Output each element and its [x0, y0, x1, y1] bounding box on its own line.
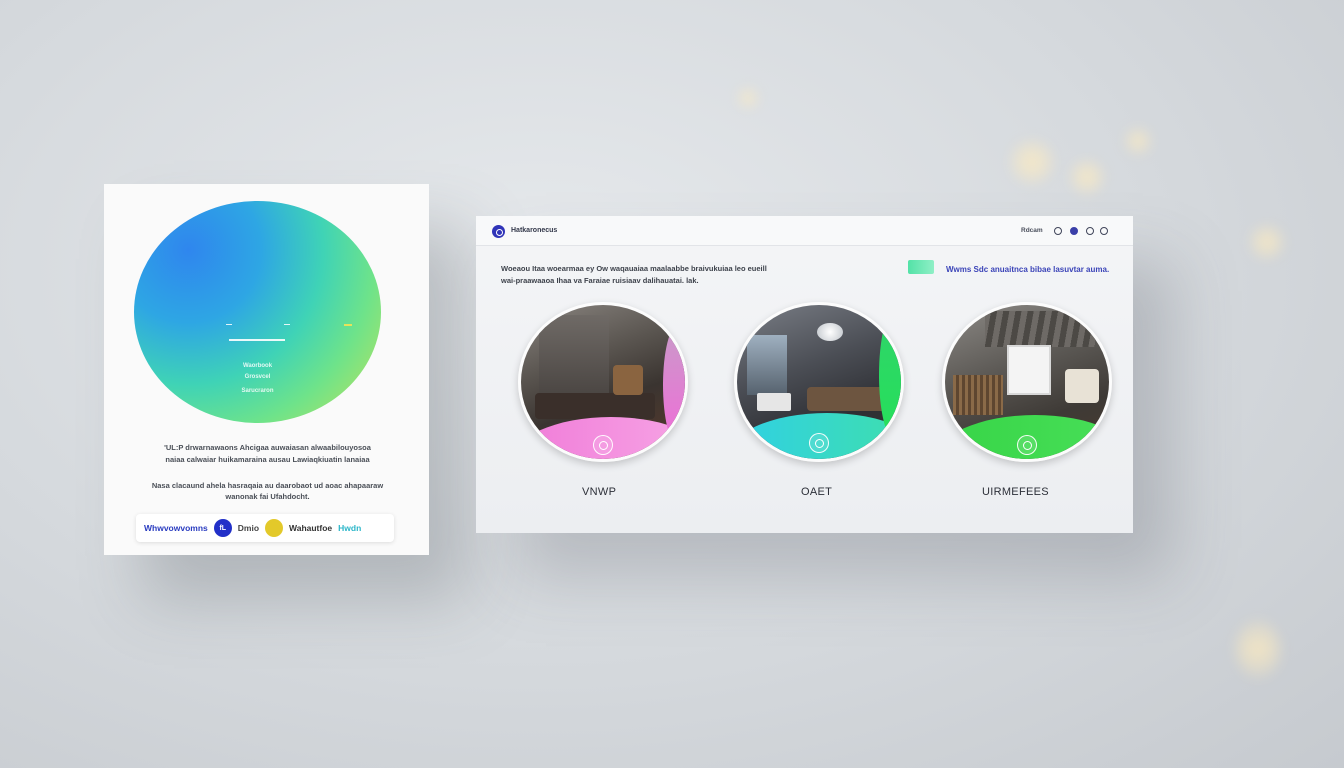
search-icon[interactable]: [1086, 227, 1094, 235]
brand-logo-icon[interactable]: fL: [213, 519, 232, 537]
card-text: wanonak fai Ufahdocht.: [225, 492, 310, 501]
room-poster: [1007, 345, 1051, 395]
room-label: VNWP: [582, 486, 617, 498]
brand-name[interactable]: Whwvowvomns: [144, 523, 208, 533]
background-light: [738, 88, 758, 108]
room-bed: [535, 393, 655, 419]
room-cushion: [613, 365, 643, 395]
orb-label: Sarucraron: [241, 388, 274, 394]
room-card[interactable]: OAET: [734, 302, 904, 498]
app-window: Hatkaronecus Rdcam Woeaou Itaa woearmaa …: [476, 216, 1133, 533]
app-title: Hatkaronecus: [511, 227, 558, 234]
background-light: [1010, 140, 1054, 184]
brand-name[interactable]: Hwdn: [338, 523, 361, 533]
orb-label: Grosvcel: [244, 374, 271, 380]
brand-name[interactable]: Wahautfoe: [289, 523, 332, 533]
location-icon[interactable]: [1070, 227, 1078, 235]
room-window: [747, 335, 787, 395]
background-light: [1070, 160, 1104, 194]
page-description: Woeaou Itaa woearmaa ey Ow waqauaiaa maa…: [501, 263, 801, 287]
settings-icon[interactable]: [1054, 227, 1062, 235]
gradient-orb: Waorbook Grosvcel Sarucraron: [134, 201, 381, 423]
room-image[interactable]: [734, 302, 904, 462]
orb-mark: [284, 324, 290, 325]
room-image[interactable]: [518, 302, 688, 462]
brand-name[interactable]: Dmio: [238, 523, 259, 533]
room-rafters: [985, 311, 1095, 347]
background-light: [1235, 620, 1281, 678]
left-card: Waorbook Grosvcel Sarucraron 'UL:P drwar…: [104, 184, 429, 555]
room-rug: [953, 375, 1003, 415]
app-logo-icon[interactable]: [492, 225, 505, 238]
room-wall: [539, 315, 609, 395]
room-accent: [663, 325, 685, 445]
window-header: Hatkaronecus Rdcam: [476, 216, 1133, 246]
room-label: OAET: [801, 486, 833, 498]
room-badge-icon: [593, 435, 613, 455]
room-accent: [879, 310, 901, 440]
room-badge-icon: [809, 433, 829, 453]
description-line: wai-praawaaoa Ihaa va Faraiae ruisiaav d…: [501, 276, 699, 285]
room-card[interactable]: VNWP: [518, 302, 688, 498]
room-badge-icon: [1017, 435, 1037, 455]
background-light: [1250, 225, 1284, 259]
sun-icon[interactable]: [265, 519, 284, 537]
brand-strip: Whwvowvomns fL Dmio Wahautfoe Hwdn: [136, 514, 394, 542]
cta-link[interactable]: Wwms Sdc anuaitnca bibae lasuvtar auma.: [946, 265, 1109, 274]
card-text: 'UL:P drwarnawaons Ahcigaa auwaiasan alw…: [164, 443, 371, 452]
card-text: naiaa calwaiar huikamaraina ausau Lawiaq…: [165, 455, 370, 464]
user-icon[interactable]: [1100, 227, 1108, 235]
background-light: [1125, 128, 1151, 154]
room-sofa: [807, 387, 887, 411]
room-image[interactable]: [942, 302, 1112, 462]
description-line: Woeaou Itaa woearmaa ey Ow waqauaiaa maa…: [501, 264, 767, 273]
room-label: UIRMEFEES: [982, 486, 1049, 498]
nav-link[interactable]: Rdcam: [1021, 227, 1043, 234]
toggle-pill[interactable]: [908, 260, 934, 274]
orb-accent: [344, 324, 352, 326]
room-card[interactable]: UIRMEFEES: [942, 302, 1112, 498]
room-cabinet: [757, 393, 791, 411]
orb-mark: [226, 324, 232, 325]
orb-divider: [229, 339, 285, 341]
room-lamp: [817, 323, 843, 341]
room-chair: [1065, 369, 1099, 403]
orb-label: Waorbook: [242, 363, 273, 369]
